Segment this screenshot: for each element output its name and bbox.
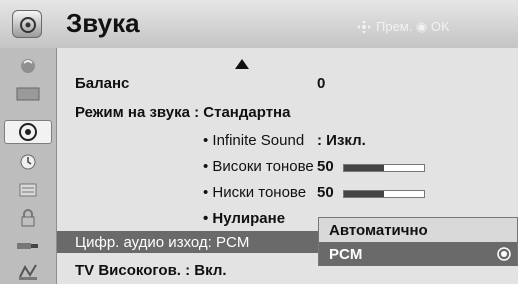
sound-menu-screen: Звука Прем. ◉ OK Баланс 0 Режим на звука… [0,0,518,284]
infinite-sound-label[interactable]: • Infinite Sound [203,132,304,149]
balance-label[interactable]: Баланс [75,75,129,92]
bass-label[interactable]: • Ниски тонове [203,184,306,201]
navigation-hint: Прем. ◉ OK [356,19,450,35]
screen-icon[interactable] [4,82,52,106]
sidebar [0,48,57,284]
reset-item[interactable]: • Нулиране [203,210,285,227]
selected-radio-icon [497,247,511,261]
popup-option-pcm[interactable]: PCM [319,242,517,266]
digital-audio-popup: Автоматично PCM [318,217,518,266]
popup-option-auto[interactable]: Автоматично [319,218,517,242]
treble-value: 50 [317,158,334,175]
usb-icon[interactable] [4,260,52,284]
time-icon[interactable] [4,150,52,174]
input-icon[interactable] [4,234,52,258]
lock-icon[interactable] [4,206,52,230]
tv-speaker-item[interactable]: TV Високогов. : Вкл. [75,262,227,279]
option-icon[interactable] [4,178,52,202]
balance-value: 0 [317,75,326,92]
menu-header: Звука Прем. ◉ OK [0,0,518,49]
picture-icon[interactable] [4,54,52,78]
dpad-icon [357,20,371,34]
page-title: Звука [66,8,140,38]
infinite-sound-value: : Изкл. [317,132,366,149]
scroll-up-icon[interactable] [235,59,249,69]
bass-value: 50 [317,184,334,201]
sound-mode-item[interactable]: Режим на звука : Стандартна [75,104,290,121]
audio-header-icon [12,10,42,38]
treble-label[interactable]: • Високи тонове [203,158,314,175]
bass-level-bar[interactable] [343,190,425,198]
treble-level-bar[interactable] [343,164,425,172]
digital-audio-item[interactable]: Цифр. аудио изход: PCM [75,234,249,251]
audio-icon[interactable] [4,120,52,144]
popup-option-pcm-label: PCM [329,245,363,263]
hint-text: Прем. ◉ OK [376,19,450,34]
